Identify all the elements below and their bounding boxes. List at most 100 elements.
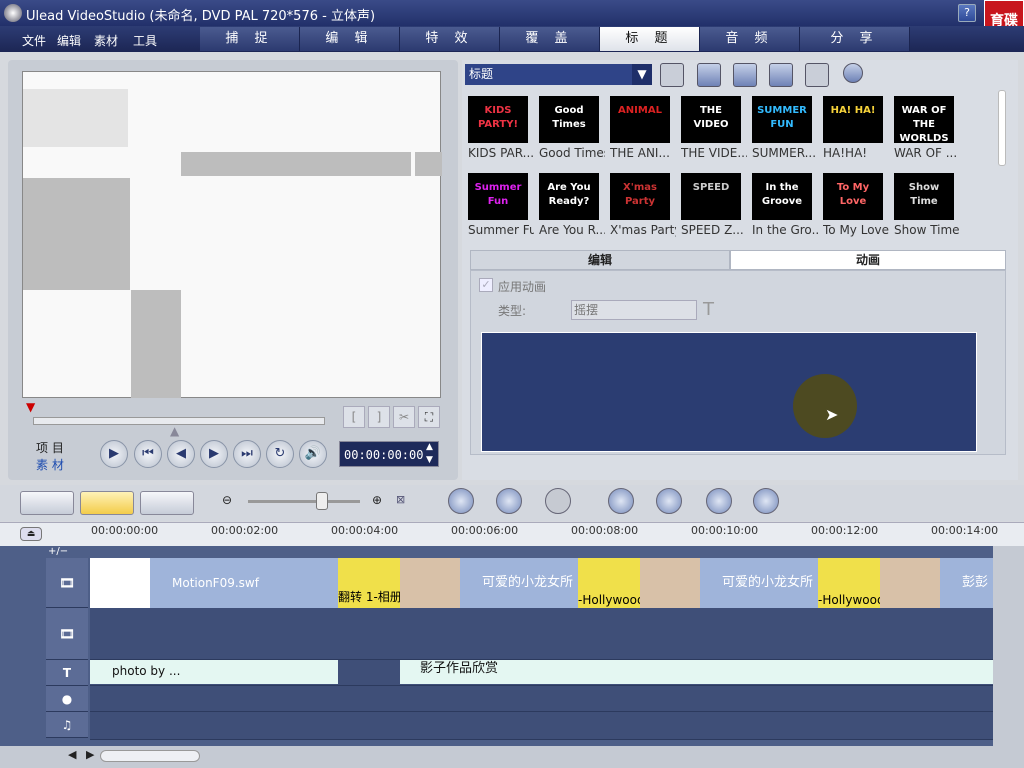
enlarge-preview-button[interactable]: ⛶ (418, 406, 440, 428)
jog-handle[interactable]: ▲ (170, 424, 179, 438)
tab-overlay[interactable]: 覆 盖 (500, 27, 600, 51)
add-track-button[interactable]: +/− (48, 546, 68, 557)
video-track[interactable]: MotionF09.swf 翻转 1-相册 可爱的小龙女所 -Hollywood… (90, 558, 993, 608)
storyboard-view-button[interactable] (20, 491, 74, 515)
transition-clip[interactable]: 翻转 1-相册 (338, 558, 400, 608)
library-manager-icon[interactable] (733, 63, 757, 87)
music-track[interactable] (90, 712, 993, 740)
redo-icon[interactable] (545, 488, 571, 514)
timecode-up-icon[interactable]: ▲ (426, 442, 433, 452)
title-thumbnail[interactable]: WAR OF THE WORLDS (894, 96, 954, 143)
title-thumbnail[interactable]: Are You Ready? (539, 173, 599, 220)
menu-edit[interactable]: 编辑 (57, 32, 81, 49)
zoom-slider[interactable] (248, 500, 360, 503)
end-button[interactable]: ⏭ (233, 440, 261, 468)
ruler-tick: 00:00:12:00 (811, 524, 879, 537)
tab-share[interactable]: 分 享 (800, 27, 910, 51)
timecode-display[interactable]: 00:00:00:00 (339, 441, 439, 467)
undo-icon[interactable] (496, 488, 522, 514)
title-thumbnail[interactable]: Good Times (539, 96, 599, 143)
home-button[interactable]: ⏮ (134, 440, 162, 468)
transition-clip[interactable]: -Hollywood (578, 558, 640, 608)
tab-title[interactable]: 标 题 (600, 27, 700, 51)
title-thumbnail[interactable]: HA! HA! (823, 96, 883, 143)
overlay-track[interactable] (90, 608, 993, 660)
image-clip[interactable] (640, 558, 700, 608)
mark-in-button[interactable]: [ (343, 406, 365, 428)
repeat-button[interactable]: ↻ (266, 440, 294, 468)
sort-icon[interactable] (697, 63, 721, 87)
import-icon[interactable] (769, 63, 793, 87)
tab-effect[interactable]: 特 效 (400, 27, 500, 51)
title-track[interactable]: photo by ... 影子作品欣赏 (90, 660, 993, 686)
title-thumbnail[interactable]: THE VIDEO (681, 96, 741, 143)
library-scrollbar[interactable] (998, 90, 1006, 166)
volume-button[interactable]: 🔊 (299, 440, 327, 468)
chevron-down-icon[interactable]: ▼ (632, 64, 652, 85)
title-thumbnail[interactable]: ANIMAL (610, 96, 670, 143)
mode-clip[interactable]: 素 材 (36, 456, 64, 473)
image-clip-label[interactable]: 可爱的小龙女所 (460, 558, 578, 608)
video-clip[interactable]: MotionF09.swf (150, 558, 338, 608)
expand-icon[interactable] (843, 63, 863, 83)
folder-icon[interactable] (660, 63, 684, 87)
scroll-left-icon[interactable]: ◀ (68, 748, 76, 761)
title-thumbnail[interactable]: Show Time (894, 173, 954, 220)
title-thumbnail[interactable]: SPEED (681, 173, 741, 220)
audio-view-button[interactable] (140, 491, 194, 515)
animation-preview-box[interactable]: ➤ (481, 332, 977, 452)
hscroll-thumb[interactable] (100, 750, 200, 762)
trim-start-marker[interactable]: ▼ (26, 400, 35, 414)
next-frame-button[interactable]: ▶ (200, 440, 228, 468)
image-clip[interactable] (880, 558, 940, 608)
smart-proxy-icon[interactable] (608, 488, 634, 514)
title-thumbnail[interactable]: In the Groove (752, 173, 812, 220)
ruler-tick: 00:00:02:00 (211, 524, 279, 537)
video-clip-thumb[interactable] (90, 558, 150, 608)
apply-animation-checkbox[interactable]: ✓ (479, 278, 493, 292)
mark-out-button[interactable]: ] (368, 406, 390, 428)
timeline-view-button[interactable] (80, 491, 134, 515)
customize-animation-icon[interactable]: T (703, 299, 714, 320)
cut-clip-button[interactable]: ✂ (393, 406, 415, 428)
image-clip-label[interactable]: 彭彭 (940, 558, 993, 608)
fit-project-icon[interactable]: ⊠ (396, 493, 405, 506)
transition-clip[interactable]: -Hollywood (818, 558, 880, 608)
timeline-vscroll[interactable] (993, 546, 1024, 746)
title-clip[interactable]: 影子作品欣赏 (400, 660, 993, 684)
menu-tools[interactable]: 工具 (133, 32, 157, 49)
tab-capture[interactable]: 捕 捉 (200, 27, 300, 51)
zoom-slider-thumb[interactable] (316, 492, 328, 510)
mode-project[interactable]: 项 目 (36, 439, 64, 456)
track-manager-icon[interactable] (706, 488, 732, 514)
title-clip[interactable]: photo by ... (90, 660, 338, 684)
library-category-select[interactable]: 标题 ▼ (465, 64, 652, 85)
title-thumbnail[interactable]: To My Love (823, 173, 883, 220)
tab-audio[interactable]: 音 频 (700, 27, 800, 51)
title-thumbnail[interactable]: SUMMER FUN (752, 96, 812, 143)
image-clip[interactable] (400, 558, 460, 608)
mark-time-icon[interactable] (656, 488, 682, 514)
tab-animation[interactable]: 动画 (730, 250, 1006, 270)
scroll-right-icon[interactable]: ▶ (86, 748, 94, 761)
previous-frame-button[interactable]: ◀ (167, 440, 195, 468)
collapse-icon[interactable]: ⏏ (20, 527, 42, 541)
title-thumbnail[interactable]: Summer Fun (468, 173, 528, 220)
insert-media-icon[interactable] (448, 488, 474, 514)
menu-clip[interactable]: 素材 (94, 32, 118, 49)
title-thumbnail[interactable]: KIDS PARTY! (468, 96, 528, 143)
tab-edit-options[interactable]: 编辑 (470, 250, 730, 270)
timecode-down-icon[interactable]: ▼ (426, 455, 433, 465)
menu-file[interactable]: 文件 (22, 32, 46, 49)
help-button[interactable]: ? (958, 4, 976, 22)
image-clip-label[interactable]: 可爱的小龙女所 (700, 558, 818, 608)
chapter-icon[interactable] (753, 488, 779, 514)
play-button[interactable]: ▶ (100, 440, 128, 468)
zoom-in-icon[interactable]: ⊕ (372, 493, 382, 507)
thumbnails-icon[interactable] (805, 63, 829, 87)
title-thumbnail[interactable]: X'mas Party (610, 173, 670, 220)
tab-edit[interactable]: 编 辑 (300, 27, 400, 51)
zoom-out-icon[interactable]: ⊖ (222, 493, 232, 507)
voice-track[interactable] (90, 686, 993, 712)
animation-type-select[interactable]: 摇摆 (571, 300, 697, 320)
